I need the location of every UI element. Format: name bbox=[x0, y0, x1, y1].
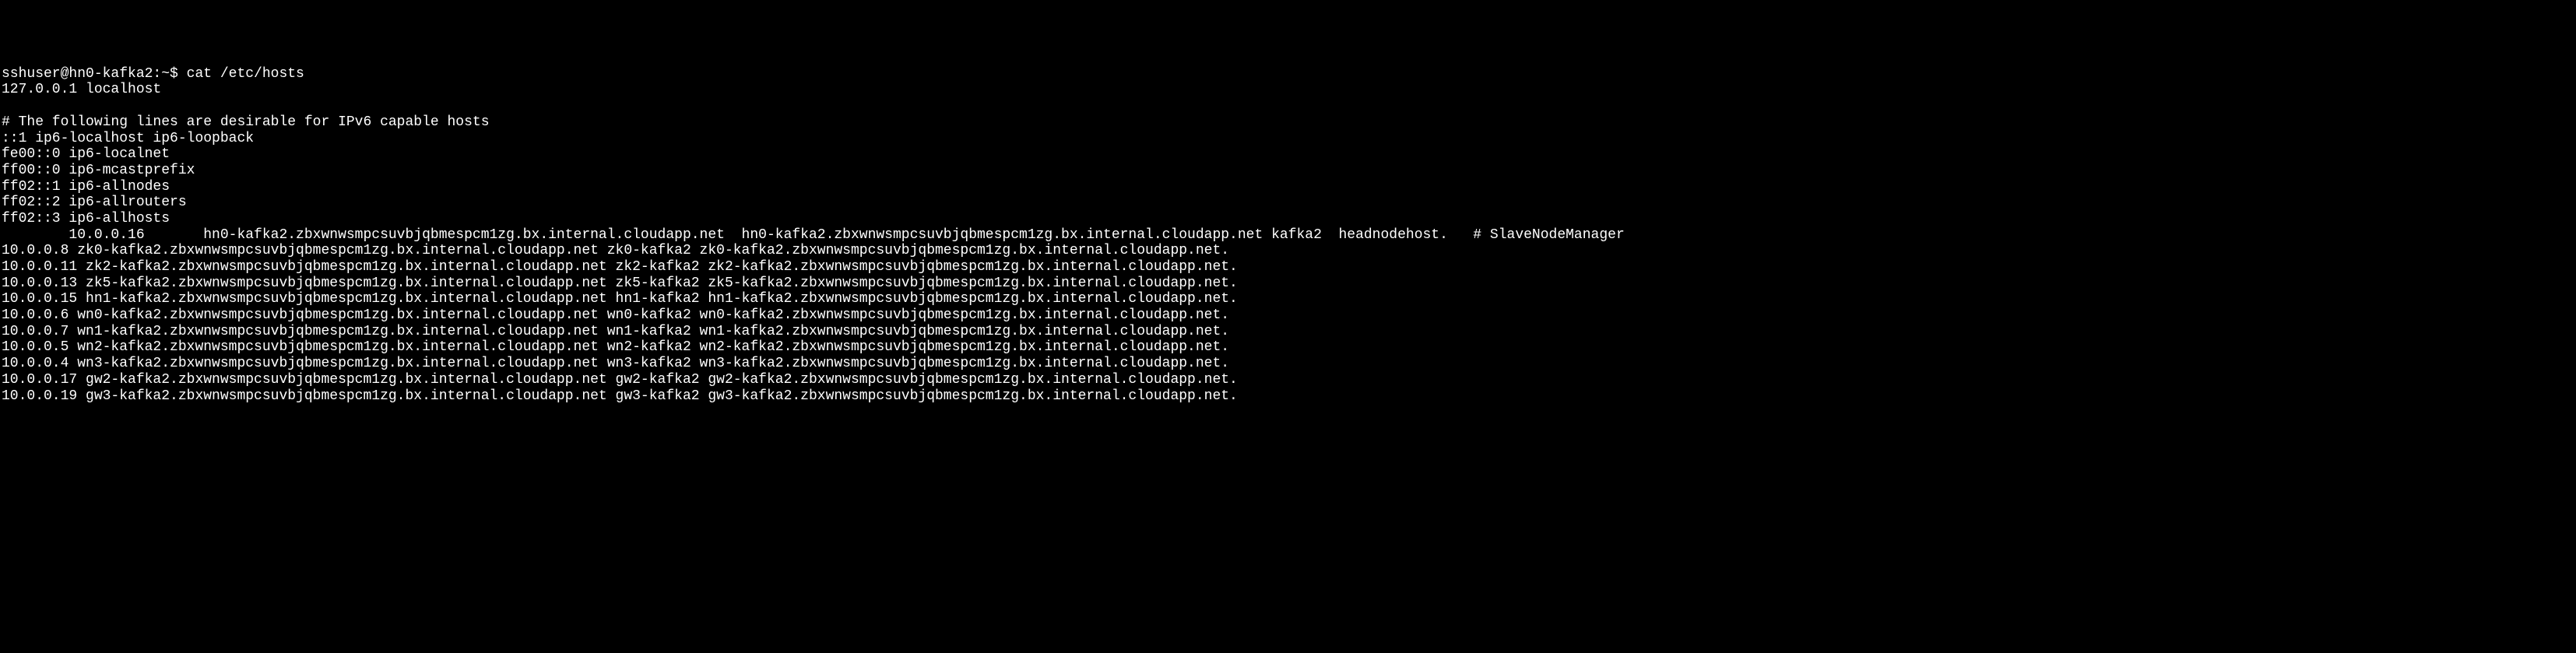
output-line: 10.0.0.15 hn1-kafka2.zbxwnwsmpcsuvbjqbme… bbox=[2, 291, 1238, 307]
output-line: 10.0.0.13 zk5-kafka2.zbxwnwsmpcsuvbjqbme… bbox=[2, 276, 1238, 291]
output-line: ff02::1 ip6-allnodes bbox=[2, 179, 170, 195]
shell-prompt: sshuser@hn0-kafka2:~$ cat /etc/hosts bbox=[2, 66, 304, 82]
output-line: fe00::0 ip6-localnet bbox=[2, 146, 170, 162]
output-line: 10.0.0.16 hn0-kafka2.zbxwnwsmpcsuvbjqbme… bbox=[2, 227, 1625, 243]
output-line: # The following lines are desirable for … bbox=[2, 114, 490, 130]
output-line: 10.0.0.19 gw3-kafka2.zbxwnwsmpcsuvbjqbme… bbox=[2, 388, 1238, 404]
output-line: 10.0.0.17 gw2-kafka2.zbxwnwsmpcsuvbjqbme… bbox=[2, 372, 1238, 388]
output-line: 10.0.0.7 wn1-kafka2.zbxwnwsmpcsuvbjqbmes… bbox=[2, 324, 1229, 339]
output-line: ff02::2 ip6-allrouters bbox=[2, 195, 187, 210]
output-line: ff00::0 ip6-mcastprefix bbox=[2, 163, 195, 178]
output-line: 10.0.0.5 wn2-kafka2.zbxwnwsmpcsuvbjqbmes… bbox=[2, 339, 1229, 355]
terminal-output[interactable]: sshuser@hn0-kafka2:~$ cat /etc/hosts 127… bbox=[2, 66, 2574, 404]
output-line: 10.0.0.8 zk0-kafka2.zbxwnwsmpcsuvbjqbmes… bbox=[2, 243, 1229, 258]
output-line: ff02::3 ip6-allhosts bbox=[2, 211, 170, 226]
output-line: 10.0.0.6 wn0-kafka2.zbxwnwsmpcsuvbjqbmes… bbox=[2, 307, 1229, 323]
output-line: 127.0.0.1 localhost bbox=[2, 82, 161, 97]
output-line: 10.0.0.11 zk2-kafka2.zbxwnwsmpcsuvbjqbme… bbox=[2, 259, 1238, 275]
output-line: ::1 ip6-localhost ip6-loopback bbox=[2, 131, 254, 146]
output-line: 10.0.0.4 wn3-kafka2.zbxwnwsmpcsuvbjqbmes… bbox=[2, 356, 1229, 371]
